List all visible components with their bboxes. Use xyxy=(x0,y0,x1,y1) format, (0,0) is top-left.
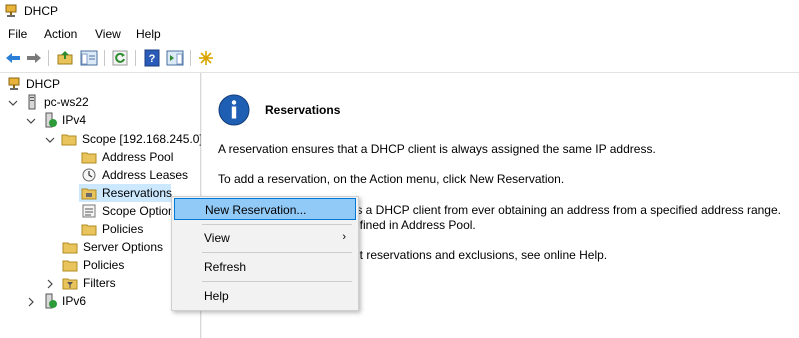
tree-label: Address Leases xyxy=(102,168,189,182)
menu-item-new-reservation[interactable]: New Reservation... xyxy=(174,198,356,220)
chevron-right-icon[interactable] xyxy=(26,296,36,307)
new-star-icon[interactable] xyxy=(197,49,215,67)
folder-icon xyxy=(62,257,78,273)
menu-help[interactable]: Help xyxy=(136,27,161,41)
toolbar-separator xyxy=(48,50,49,66)
details-paragraph: ts a DHCP client from ever obtaining an … xyxy=(353,203,781,217)
tree-node-address-leases[interactable]: Address Leases xyxy=(0,166,200,184)
menu-file[interactable]: File xyxy=(8,27,27,41)
tree-node-server[interactable]: pc-ws22 xyxy=(0,93,200,111)
context-menu: New Reservation... View › Refresh Help xyxy=(171,196,359,311)
chevron-down-icon[interactable] xyxy=(45,134,55,144)
options-icon xyxy=(62,239,78,255)
toolbar: ? xyxy=(0,45,799,73)
tree-label: Scope Options xyxy=(102,204,181,218)
window-title: DHCP xyxy=(24,4,59,18)
tree-label: Policies xyxy=(83,258,125,272)
up-folder-icon[interactable] xyxy=(56,49,74,67)
menu-bar: File Action View Help xyxy=(0,23,799,45)
menu-item-label: View xyxy=(204,231,230,245)
menu-item-refresh[interactable]: Refresh xyxy=(174,256,356,278)
tree-label: Reservations xyxy=(102,186,173,200)
tree-label: Address Pool xyxy=(102,150,174,164)
tree-label: DHCP xyxy=(26,77,61,91)
menu-item-view[interactable]: View › xyxy=(174,227,356,249)
details-paragraph: To add a reservation, on the Action menu… xyxy=(218,172,565,186)
tree-node-scope[interactable]: Scope [192.168.245.0] xyxy=(0,130,203,148)
folder-icon xyxy=(81,149,97,165)
tree-node-ipv4[interactable]: IPv4 xyxy=(0,111,200,129)
help-icon[interactable]: ? xyxy=(143,49,161,67)
tree-node-dhcp[interactable]: DHCP xyxy=(0,75,200,93)
filter-icon xyxy=(62,275,78,291)
ipv4-icon xyxy=(42,112,58,128)
submenu-arrow-icon: › xyxy=(342,231,346,243)
forward-arrow-icon[interactable] xyxy=(25,49,43,67)
menu-item-label: Refresh xyxy=(204,260,247,274)
tree-node-policies[interactable]: Policies xyxy=(0,256,200,274)
tree-label: Scope [192.168.245.0] xyxy=(82,132,203,146)
reservations-icon xyxy=(81,185,97,201)
show-hide-tree-icon[interactable] xyxy=(80,49,98,67)
details-paragraph: A reservation ensures that a DHCP client… xyxy=(218,142,656,156)
tree-label: Server Options xyxy=(83,240,164,254)
info-icon xyxy=(218,94,250,126)
menu-item-label: Help xyxy=(204,289,229,303)
menu-separator xyxy=(202,281,352,282)
folder-icon xyxy=(61,131,77,147)
tree-label: Filters xyxy=(83,276,116,290)
chevron-right-icon[interactable] xyxy=(45,278,55,289)
details-paragraph: ut reservations and exclusions, see onli… xyxy=(353,248,608,262)
tree-node-address-pool[interactable]: Address Pool xyxy=(0,148,200,166)
ipv6-icon xyxy=(42,293,58,309)
action-pane-icon[interactable] xyxy=(166,49,184,67)
menu-separator xyxy=(202,252,352,253)
menu-item-help[interactable]: Help xyxy=(174,285,356,307)
server-icon xyxy=(24,94,40,110)
tree-node-scope-policies[interactable]: Policies xyxy=(0,220,200,238)
back-arrow-icon[interactable] xyxy=(4,49,22,67)
clock-icon xyxy=(81,167,97,183)
tree-label: pc-ws22 xyxy=(44,95,89,109)
tree-label: IPv4 xyxy=(62,113,87,127)
tree-label: Policies xyxy=(102,222,144,236)
chevron-down-icon[interactable] xyxy=(26,115,36,125)
menu-separator xyxy=(202,224,352,225)
details-paragraph: efined in Address Pool. xyxy=(353,218,476,232)
tree-node-filters[interactable]: Filters xyxy=(0,274,200,292)
dhcp-app-icon xyxy=(4,4,18,18)
tree-node-server-options[interactable]: Server Options xyxy=(0,238,200,256)
refresh-icon[interactable] xyxy=(111,49,129,67)
title-bar: DHCP xyxy=(0,0,799,23)
tree-node-reservations[interactable]: Reservations xyxy=(79,184,173,202)
toolbar-separator xyxy=(104,50,105,66)
toolbar-separator xyxy=(190,50,191,66)
chevron-down-icon[interactable] xyxy=(8,97,18,107)
svg-text:?: ? xyxy=(149,53,156,65)
tree-label: IPv6 xyxy=(62,294,87,308)
tree-node-scope-options[interactable]: Scope Options xyxy=(0,202,200,220)
folder-icon xyxy=(81,221,97,237)
tree-node-ipv6[interactable]: IPv6 xyxy=(0,292,200,310)
toolbar-separator xyxy=(135,50,136,66)
options-icon xyxy=(81,203,97,219)
menu-item-label: New Reservation... xyxy=(205,203,307,217)
details-heading: Reservations xyxy=(265,103,341,117)
menu-action[interactable]: Action xyxy=(44,27,77,41)
dhcp-icon xyxy=(6,76,22,92)
menu-view[interactable]: View xyxy=(95,27,121,41)
